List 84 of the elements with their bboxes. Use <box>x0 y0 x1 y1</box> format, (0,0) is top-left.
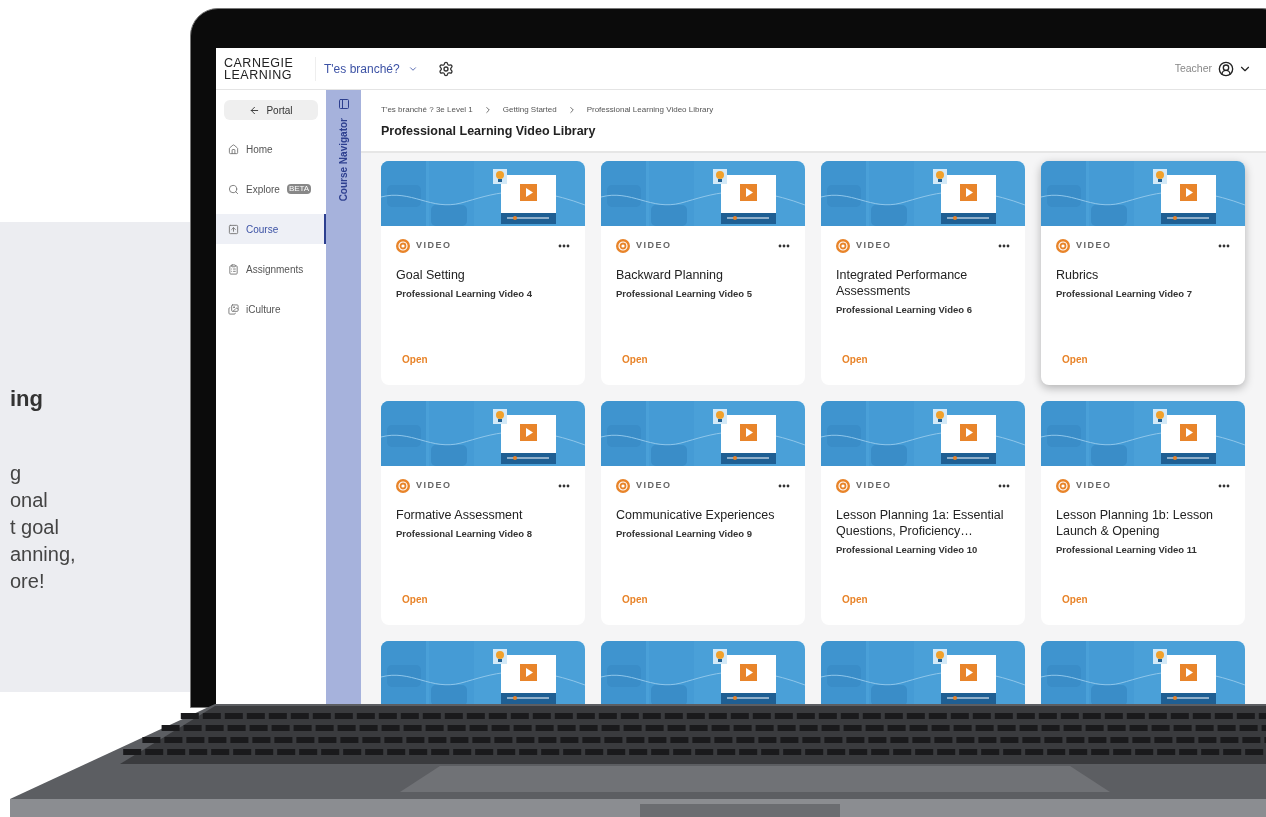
promo-text: onal <box>10 488 49 513</box>
panel-icon[interactable] <box>337 98 350 110</box>
more-options-icon[interactable] <box>778 484 790 488</box>
user-avatar-icon[interactable] <box>1218 60 1234 77</box>
promo-text: g <box>10 461 23 486</box>
sidebar-item-label: iCulture <box>246 302 281 317</box>
sidebar-item[interactable]: iCulture <box>216 294 326 324</box>
breadcrumb-link[interactable]: Getting Started <box>502 104 557 116</box>
content-type-label: VIDEO <box>1076 239 1112 253</box>
video-subtitle: Professional Learning Video 6 <box>836 303 974 317</box>
page-title: Professional Learning Video Library <box>381 123 597 140</box>
course-navigator-panel[interactable]: Course Navigator <box>326 90 361 705</box>
logo: CARNEGIE LEARNING <box>216 56 316 81</box>
video-subtitle: Professional Learning Video 5 <box>616 287 754 301</box>
more-options-icon[interactable] <box>558 484 570 488</box>
more-options-icon[interactable] <box>558 244 570 248</box>
content-type-label: VIDEO <box>856 479 892 493</box>
video-card[interactable]: VIDEO Lesson Planning 1b: Lesson Launch & Opening Professional Learning Video 11 Open <box>1041 401 1245 625</box>
video-subtitle: Professional Learning Video 10 <box>836 543 979 557</box>
video-subtitle: Professional Learning Video 9 <box>616 527 754 541</box>
video-card[interactable]: VIDEO Communicative Experiences Professional Learning Video 9 Open <box>601 401 805 625</box>
video-type-icon <box>1056 479 1070 493</box>
breadcrumb-link[interactable]: T'es branché ? 3e Level 1 <box>381 104 473 116</box>
arrow-left-icon <box>249 104 261 116</box>
video-card[interactable]: VIDEO Formative Assessment Professional Learning Video 8 Open <box>381 401 585 625</box>
sidebar-item[interactable]: Assignments <box>216 254 326 284</box>
video-subtitle: Professional Learning Video 7 <box>1056 287 1194 301</box>
course-navigator-label: Course Navigator <box>337 118 350 202</box>
video-type-icon <box>836 479 850 493</box>
video-type-icon <box>616 239 630 253</box>
promo-text: t goal <box>10 515 60 540</box>
video-card[interactable]: VIDEO Lesson Planning 1a: Essential Questions, Proficiency… Professional Learning Video 10 Open <box>821 401 1025 625</box>
video-title: Formative Assessment <box>396 507 524 523</box>
video-title: Rubrics <box>1056 267 1100 283</box>
content-type-label: VIDEO <box>636 239 672 253</box>
content-type-label: VIDEO <box>1076 479 1112 493</box>
video-card[interactable]: VIDEO Rubrics Professional Learning Video 7 Open <box>1041 161 1245 385</box>
sidebar-item[interactable]: Course <box>216 214 326 244</box>
video-type-icon <box>616 479 630 493</box>
more-options-icon[interactable] <box>998 484 1010 488</box>
video-title: Backward Planning <box>616 267 724 283</box>
promo-text: ore! <box>10 569 46 594</box>
video-card[interactable]: VIDEO Backward Planning Professional Learning Video 5 Open <box>601 161 805 385</box>
clipboard-icon <box>228 263 239 275</box>
more-options-icon[interactable] <box>998 244 1010 248</box>
sidebar-item-label: Assignments <box>246 262 304 277</box>
video-subtitle: Professional Learning Video 4 <box>396 287 534 301</box>
house-icon <box>228 143 239 155</box>
search-icon <box>228 183 239 195</box>
images-icon <box>228 303 239 315</box>
video-subtitle: Professional Learning Video 11 <box>1056 543 1198 557</box>
promo-text: anning, <box>10 542 77 567</box>
video-type-icon <box>396 479 410 493</box>
more-options-icon[interactable] <box>778 244 790 248</box>
portal-button[interactable]: Portal <box>224 100 318 120</box>
beta-badge: BETA <box>286 184 312 194</box>
video-card[interactable]: VIDEO Integrated Performance Assessments Professional Learning Video 6 Open <box>821 161 1025 385</box>
content-type-label: VIDEO <box>416 239 452 253</box>
video-card[interactable]: VIDEO Goal Setting Professional Learning Video 4 Open <box>381 161 585 385</box>
square-icon <box>228 223 239 235</box>
sidebar-item-label: Explore <box>246 182 280 197</box>
sidebar-item-label: Home <box>246 142 273 157</box>
video-type-icon <box>396 239 410 253</box>
promo-heading: ing <box>9 385 44 413</box>
sidebar-item[interactable]: Home <box>216 134 326 164</box>
user-role: Teacher <box>1174 60 1212 76</box>
video-type-icon <box>836 239 850 253</box>
video-title: Goal Setting <box>396 267 466 283</box>
video-title: Lesson Planning 1b: Lesson Launch & Opening <box>1056 507 1215 539</box>
more-options-icon[interactable] <box>1218 484 1230 488</box>
video-subtitle: Professional Learning Video 8 <box>396 527 534 541</box>
settings-icon[interactable] <box>437 60 454 77</box>
content-type-label: VIDEO <box>636 479 672 493</box>
sidebar-item[interactable]: Explore BETA <box>216 174 326 204</box>
course-picker[interactable]: T'es branché? <box>324 59 418 78</box>
content-type-label: VIDEO <box>856 239 892 253</box>
video-title: Lesson Planning 1a: Essential Questions, Proficiency… <box>836 507 1005 539</box>
video-title: Communicative Experiences <box>616 507 776 523</box>
video-title: Integrated Performance Assessments <box>836 267 969 299</box>
breadcrumb-link[interactable]: Professional Learning Video Library <box>586 104 714 116</box>
sidebar-item-label: Course <box>246 222 279 237</box>
more-options-icon[interactable] <box>1218 244 1230 248</box>
video-type-icon <box>1056 239 1070 253</box>
content-type-label: VIDEO <box>416 479 452 493</box>
